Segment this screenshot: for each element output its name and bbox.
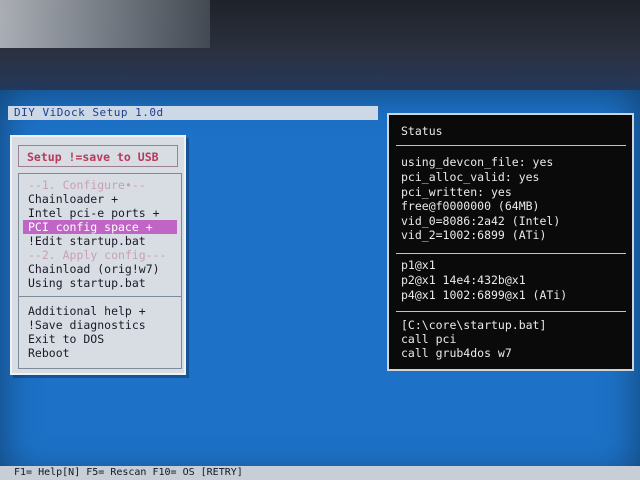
menu-item-chainloader[interactable]: Chainloader +: [23, 192, 177, 206]
startup-command-call-grub4dos: call grub4dos w7: [401, 346, 512, 360]
menu-list: --1. Configure•-- Chainloader + Intel pc…: [18, 173, 182, 369]
footer-hotkey-bar: F1= Help[N] F5= Rescan F10= OS [RETRY]: [0, 466, 640, 480]
menu-item-using-startup-bat[interactable]: Using startup.bat: [23, 276, 177, 290]
section-dashes-left: --: [28, 248, 42, 262]
status-vid-2: vid_2=1002:6899 (ATi): [401, 228, 547, 242]
section-dashes-left: --: [28, 178, 42, 192]
photo-background: [0, 0, 640, 95]
setup-menu-panel: Setup !=save to USB --1. Configure•-- Ch…: [10, 135, 186, 375]
status-port-p2: p2@x1 14e4:432b@x1: [401, 273, 526, 287]
status-divider: [396, 145, 626, 146]
menu-item-reboot[interactable]: Reboot: [23, 346, 177, 360]
menu-divider: [19, 296, 181, 297]
status-divider: [396, 253, 626, 254]
menu-item-save-diagnostics[interactable]: !Save diagnostics: [23, 318, 177, 332]
status-title: Status: [401, 124, 443, 138]
status-using-devcon-file: using_devcon_file: yes: [401, 155, 554, 169]
photo-glare: [0, 0, 210, 48]
menu-item-chainload-orig-w7[interactable]: Chainload (orig!w7): [23, 262, 177, 276]
status-port-p4: p4@x1 1002:6899@x1 (ATi): [401, 288, 568, 302]
menu-header: Setup !=save to USB: [18, 145, 178, 167]
section-dashes-right: ---: [145, 248, 167, 262]
section-label: 2. Apply config: [41, 248, 146, 262]
menu-item-additional-help[interactable]: Additional help +: [23, 304, 177, 318]
window-title: DIY ViDock Setup 1.0d: [8, 106, 378, 120]
status-vid-0: vid_0=8086:2a42 (Intel): [401, 214, 561, 228]
status-divider: [396, 311, 626, 312]
status-free-memory: free@f0000000 (64MB): [401, 199, 540, 213]
menu-item-pci-config-space[interactable]: PCI config space +: [23, 220, 177, 234]
menu-item-intel-pcie-ports[interactable]: Intel pci-e ports +: [23, 206, 177, 220]
menu-section-apply-config: --2. Apply config---: [23, 248, 177, 262]
menu-section-configure: --1. Configure•--: [23, 178, 177, 192]
status-pci-written: pci_written: yes: [401, 185, 512, 199]
menu-item-edit-startup-bat[interactable]: !Edit startup.bat: [23, 234, 177, 248]
status-port-p1: p1@x1: [401, 258, 436, 272]
startup-command-call-pci: call pci: [401, 332, 457, 346]
status-pci-alloc-valid: pci_alloc_valid: yes: [401, 170, 540, 184]
startup-bat-path: [C:\core\startup.bat]: [401, 318, 547, 332]
status-panel: Status using_devcon_file: yes pci_alloc_…: [387, 113, 634, 371]
menu-item-exit-to-dos[interactable]: Exit to DOS: [23, 332, 177, 346]
section-bullet-right: •--: [124, 178, 146, 192]
section-label: 1. Configure: [41, 178, 125, 192]
